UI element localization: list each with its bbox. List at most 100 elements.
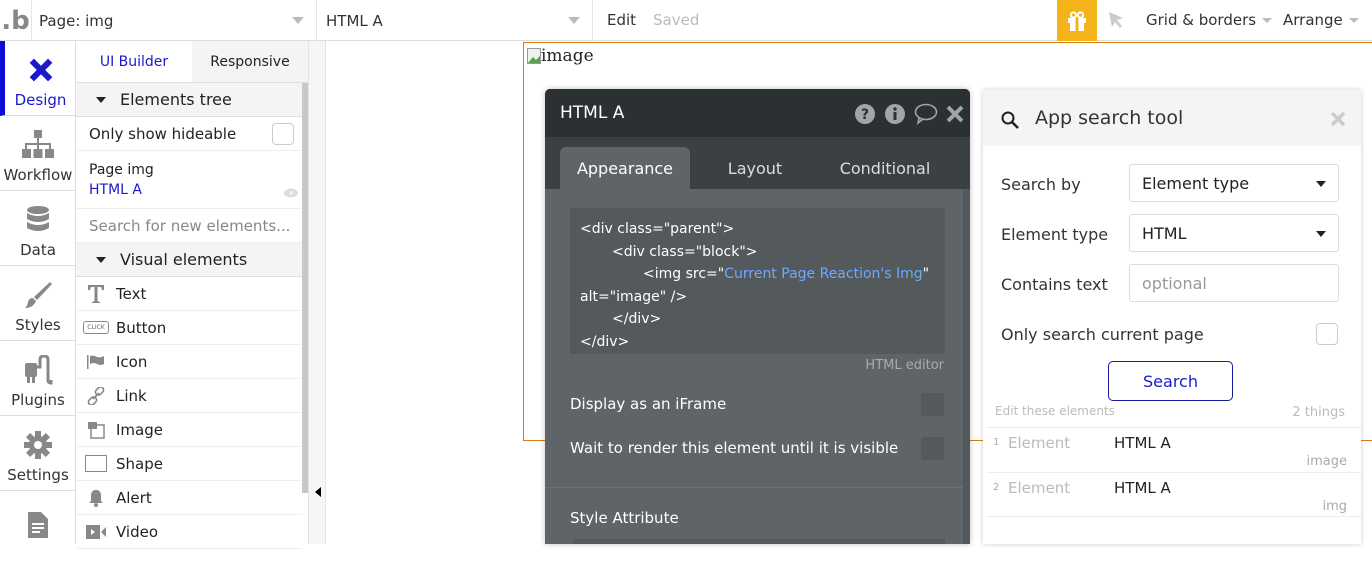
element-type-dropdown[interactable]: HTML xyxy=(1129,214,1339,252)
result-number: 2 xyxy=(993,482,1000,493)
image-icon xyxy=(88,421,105,439)
element-selector-label: HTML A xyxy=(326,11,383,30)
result-type: Element xyxy=(1008,434,1071,452)
only-current-page-checkbox[interactable] xyxy=(1316,323,1338,345)
page-selector-label: Page: img xyxy=(39,11,114,30)
grid-borders-menu[interactable]: Grid & borders xyxy=(1146,11,1273,29)
search-button[interactable]: Search xyxy=(1108,361,1233,401)
nav-data[interactable]: Data xyxy=(0,191,76,266)
tab-ui-builder[interactable]: UI Builder xyxy=(76,41,192,82)
comment-icon[interactable] xyxy=(914,103,938,125)
tree-page-item[interactable]: Page img xyxy=(89,162,154,178)
visual-elements-header[interactable]: Visual elements xyxy=(76,243,302,277)
broken-image-icon xyxy=(527,48,541,64)
element-text[interactable]: Text xyxy=(76,277,302,311)
code-line: </div> xyxy=(612,311,662,327)
code-line: alt="image" /> xyxy=(580,288,688,305)
arrange-label: Arrange xyxy=(1283,11,1343,29)
database-icon xyxy=(27,206,49,231)
design-icon xyxy=(29,58,52,82)
style-attribute-input[interactable] xyxy=(573,539,945,544)
nav-settings[interactable]: Settings xyxy=(0,416,76,491)
element-alert[interactable]: Alert xyxy=(76,481,302,515)
property-editor: HTML A ? Appearance Layout Conditional <… xyxy=(545,89,970,544)
elements-tree-header[interactable]: Elements tree xyxy=(76,83,302,117)
nav-workflow[interactable]: Workflow xyxy=(0,116,76,191)
element-type-value: HTML xyxy=(1142,223,1187,243)
close-icon[interactable] xyxy=(1330,111,1346,127)
property-editor-header[interactable]: HTML A ? xyxy=(545,89,970,137)
result-name: HTML A xyxy=(1114,479,1171,497)
nav-plugins-label: Plugins xyxy=(11,391,65,409)
tab-conditional[interactable]: Conditional xyxy=(820,147,950,189)
svg-text:?: ? xyxy=(861,107,869,123)
chevron-down-icon xyxy=(1262,18,1273,23)
element-link[interactable]: Link xyxy=(76,379,302,413)
nav-data-label: Data xyxy=(20,241,56,259)
tree-item-html-a[interactable]: HTML A xyxy=(89,182,142,198)
button-icon: CLICK xyxy=(83,321,109,334)
cursor-icon xyxy=(1109,12,1123,28)
display-iframe-label: Display as an iFrame xyxy=(570,395,727,413)
tab-responsive[interactable]: Responsive xyxy=(192,41,308,82)
element-shape[interactable]: Shape xyxy=(76,447,302,481)
contains-text-label: Contains text xyxy=(1001,275,1108,294)
eye-icon[interactable] xyxy=(284,188,298,198)
element-video-label: Video xyxy=(116,522,159,541)
nav-workflow-label: Workflow xyxy=(3,166,73,184)
arrange-menu[interactable]: Arrange xyxy=(1283,11,1359,29)
selection-mode-button[interactable] xyxy=(1106,10,1126,34)
plug-icon xyxy=(25,355,53,385)
caret-down-icon xyxy=(1316,181,1326,187)
page-selector[interactable]: Page: img xyxy=(32,0,317,41)
nav-design[interactable]: Design xyxy=(0,41,76,116)
element-icon[interactable]: Icon xyxy=(76,345,302,379)
result-number: 1 xyxy=(993,437,1000,448)
html-code-editor[interactable]: <div class="parent"> <div class="block">… xyxy=(570,208,945,354)
result-row[interactable]: 1 Element HTML A image xyxy=(986,427,1361,472)
info-icon[interactable] xyxy=(884,103,906,125)
result-row[interactable]: 2 Element HTML A img xyxy=(986,472,1361,517)
only-show-hideable-checkbox[interactable] xyxy=(272,123,294,145)
property-editor-scrollbar[interactable] xyxy=(963,189,970,544)
code-text: " xyxy=(922,266,930,282)
edit-menu[interactable]: Edit xyxy=(607,11,636,29)
dynamic-expression[interactable]: Current Page Reaction's Img xyxy=(724,266,922,282)
code-line: <div class="parent"> xyxy=(580,221,735,237)
result-name: HTML A xyxy=(1114,434,1171,452)
top-bar: .b Page: img HTML A Edit Saved Grid & bo… xyxy=(0,0,1372,41)
search-elements-input[interactable]: Search for new elements... xyxy=(76,209,302,243)
element-button[interactable]: CLICK Button xyxy=(76,311,302,345)
close-icon[interactable] xyxy=(946,105,964,123)
nav-plugins[interactable]: Plugins xyxy=(0,341,76,416)
element-alert-label: Alert xyxy=(116,488,152,507)
nav-logs[interactable] xyxy=(0,491,76,566)
tab-appearance[interactable]: Appearance xyxy=(560,147,690,189)
search-icon xyxy=(1001,111,1019,129)
style-attribute-label: Style Attribute xyxy=(570,509,679,527)
element-selector[interactable]: HTML A xyxy=(317,0,593,41)
only-current-page-label: Only search current page xyxy=(1001,325,1204,344)
wait-render-checkbox[interactable] xyxy=(921,437,944,460)
bubble-logo[interactable]: .b xyxy=(0,0,32,41)
contains-text-input[interactable] xyxy=(1129,264,1339,302)
code-text: <img src=" xyxy=(643,266,725,282)
caret-down-icon xyxy=(1316,231,1326,237)
gift-button[interactable] xyxy=(1057,0,1097,41)
collapse-panel-arrow-icon[interactable] xyxy=(315,487,321,497)
nav-styles[interactable]: Styles xyxy=(0,266,76,341)
search-by-dropdown[interactable]: Element type xyxy=(1129,164,1339,202)
search-tool-header[interactable]: App search tool xyxy=(983,90,1361,146)
edit-these-elements-label: Edit these elements xyxy=(995,404,1115,418)
display-iframe-checkbox[interactable] xyxy=(921,393,944,416)
tab-layout[interactable]: Layout xyxy=(690,147,820,189)
help-icon[interactable]: ? xyxy=(854,103,876,125)
property-editor-title: HTML A xyxy=(560,103,625,123)
element-image[interactable]: Image xyxy=(76,413,302,447)
only-show-hideable-label: Only show hideable xyxy=(89,124,237,143)
workflow-icon xyxy=(22,130,54,158)
video-icon xyxy=(86,524,106,539)
document-icon xyxy=(28,512,48,538)
broken-image: image xyxy=(527,46,594,66)
html-editor-link[interactable]: HTML editor xyxy=(865,358,944,373)
